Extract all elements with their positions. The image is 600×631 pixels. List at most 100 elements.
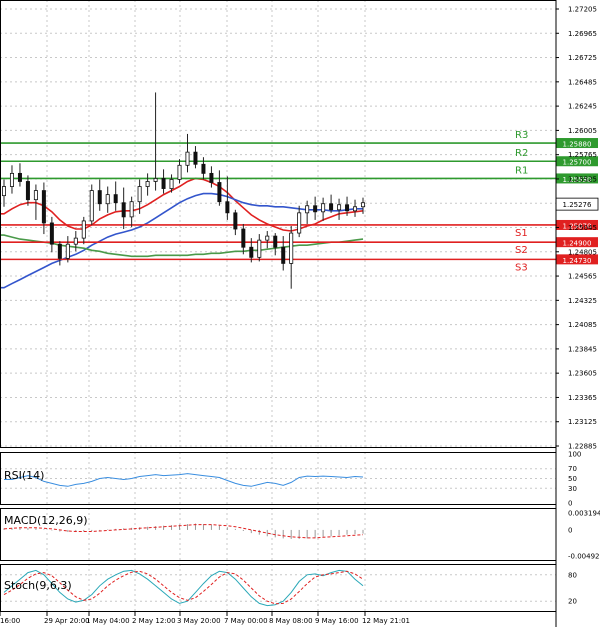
macd-tick-label: 0.003194 — [568, 510, 600, 518]
last-price-label: 1.25276 — [563, 201, 592, 209]
candle-body-up — [257, 239, 262, 258]
candle-body-up — [65, 243, 70, 259]
stoch-label: Stoch(9,6,3) — [4, 579, 72, 592]
time-tick-label: 12 May 21:01 — [362, 617, 410, 625]
rsi-tick-label: 30 — [568, 485, 577, 493]
candle-body-up — [185, 151, 190, 166]
time-tick-label: 16:00 — [0, 617, 20, 625]
price-tick-label: 1.24325 — [568, 297, 597, 305]
price-tick-label: 1.25045 — [568, 224, 597, 232]
level-name-s3: S3 — [515, 262, 528, 273]
candle-body-up — [153, 178, 158, 182]
candle-body-down — [97, 190, 102, 205]
level-price-label-s3: 1.24730 — [563, 257, 592, 265]
candle-body-down — [201, 163, 206, 174]
level-price-label-s2: 1.24900 — [563, 240, 592, 248]
price-tick-label: 1.26965 — [568, 30, 597, 38]
price-tick-label: 1.26485 — [568, 78, 597, 86]
candle-body-down — [233, 212, 238, 230]
candle-body-up — [9, 172, 14, 187]
time-tick-label: 3 May 20:00 — [177, 617, 221, 625]
time-tick-label: 29 Apr 20:00 — [44, 617, 90, 625]
level-name-s1: S1 — [515, 228, 528, 239]
candle-body-down — [161, 178, 166, 189]
candle-body-up — [81, 220, 86, 239]
candle — [89, 184, 94, 225]
macd-label: MACD(12,26,9) — [4, 514, 88, 527]
candle-body-down — [241, 228, 246, 248]
candle-body-down — [217, 182, 222, 203]
price-tick-label: 1.26245 — [568, 103, 597, 111]
candle-body-down — [313, 205, 318, 213]
chart-root: R3 1.25880 R2 1.25700 R1 1.25530 S1 1.25070 S2 1.… — [0, 0, 600, 627]
time-tick-label: 7 May 00:00 — [224, 617, 268, 625]
candle-body-down — [17, 172, 22, 182]
candle-body-up — [177, 164, 182, 180]
candle-body-up — [33, 190, 38, 201]
candle-body-down — [49, 222, 54, 245]
candle-body-down — [225, 201, 230, 214]
price-tick-label: 1.27205 — [568, 6, 597, 14]
price-tick-label: 1.26005 — [568, 127, 597, 135]
candle-body-up — [169, 179, 174, 189]
macd-tick-label: -0.00492 — [568, 553, 599, 561]
candle-body-down — [113, 194, 118, 204]
candle-body-down — [281, 246, 286, 264]
macd-tick-label: 0 — [568, 526, 572, 534]
rsi-tick-label: 0 — [568, 500, 572, 508]
candle-body-up — [89, 190, 94, 222]
price-tick-label: 1.25765 — [568, 151, 597, 159]
candle-body-up — [129, 201, 134, 218]
candle-body-up — [297, 212, 302, 234]
candle-body-up — [2, 186, 7, 197]
chart-canvas: R31.25880R21.25700R11.25530S11.25070S21.… — [0, 0, 600, 627]
level-name-r2: R2 — [515, 148, 528, 159]
candle-body-down — [41, 190, 46, 224]
price-tick-label: 1.24805 — [568, 248, 597, 256]
rsi-tick-label: 70 — [568, 465, 577, 473]
level-price-label-r2: 1.25700 — [563, 159, 592, 167]
price-tick-label: 1.24565 — [568, 273, 597, 281]
candle-body-down — [209, 172, 214, 183]
stoch-tick-label: 80 — [568, 571, 577, 579]
level-name-r3: R3 — [515, 130, 528, 141]
candle-body-down — [121, 202, 126, 218]
level-name-r1: R1 — [515, 165, 528, 176]
candle-body-down — [345, 204, 350, 212]
rsi-tick-label: 100 — [568, 451, 581, 459]
candle-body-up — [305, 205, 310, 214]
price-tick-label: 1.23845 — [568, 345, 597, 353]
candle-body-down — [57, 243, 62, 259]
candle-body-up — [145, 181, 150, 187]
time-tick-label: 8 May 08:00 — [269, 617, 313, 625]
price-tick-label: 1.26725 — [568, 54, 597, 62]
level-price-label-r3: 1.25880 — [563, 141, 592, 149]
candle-body-up — [289, 232, 294, 264]
stoch-tick-label: 20 — [568, 598, 577, 606]
candle-body-down — [249, 246, 254, 258]
time-tick-label: 1 May 04:00 — [86, 617, 130, 625]
candle-body-up — [105, 194, 110, 205]
candle-body-down — [273, 235, 278, 248]
price-tick-label: 1.24085 — [568, 321, 597, 329]
time-tick-label: 9 May 16:00 — [315, 617, 359, 625]
time-tick-label: 2 May 12:00 — [132, 617, 176, 625]
candle-body-down — [193, 151, 198, 165]
candle-body-up — [353, 206, 358, 212]
candle-body-down — [329, 203, 334, 211]
price-tick-label: 1.23125 — [568, 418, 597, 426]
price-tick-label: 1.25525 — [568, 175, 597, 183]
candle-body-up — [321, 203, 326, 213]
candle-body-down — [25, 181, 30, 201]
candle-body-up — [360, 202, 365, 208]
price-tick-label: 1.22885 — [568, 443, 597, 451]
rsi-label: RSI(14) — [4, 469, 44, 482]
price-tick-label: 1.23605 — [568, 370, 597, 378]
price-tick-label: 1.23365 — [568, 394, 597, 402]
candle-body-up — [265, 235, 270, 241]
level-name-s2: S2 — [515, 245, 528, 256]
candle-body-up — [73, 237, 78, 245]
rsi-tick-label: 50 — [568, 475, 577, 483]
candle-body-up — [337, 204, 342, 211]
candle-body-up — [137, 186, 142, 203]
